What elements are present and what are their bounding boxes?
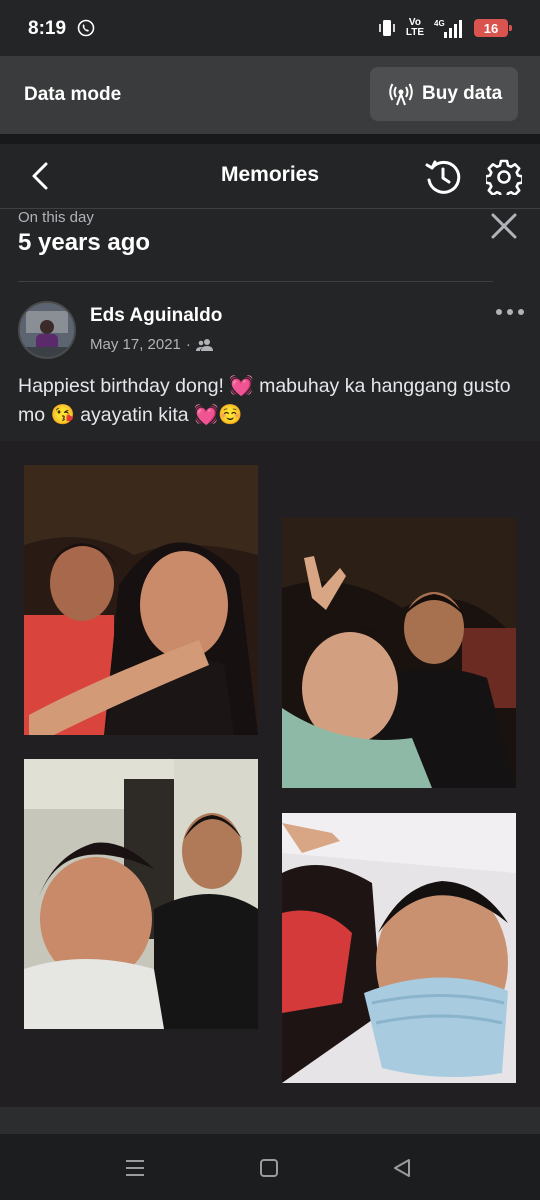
collage-photo-3 <box>24 759 258 1029</box>
volte-indicator: Vo LTE <box>406 18 424 38</box>
divider <box>18 281 493 282</box>
avatar[interactable] <box>18 301 76 359</box>
status-time: 8:19 <box>28 18 67 39</box>
battery-icon: 16 <box>474 19 512 37</box>
buy-data-button[interactable]: Buy data <box>370 67 518 121</box>
history-icon[interactable] <box>424 158 462 196</box>
system-nav-bar <box>0 1134 540 1200</box>
recents-icon[interactable] <box>123 1156 147 1180</box>
post-meta: May 17, 2021 · <box>90 336 214 353</box>
more-icon[interactable] <box>494 305 526 319</box>
collage-photo-2 <box>282 518 516 788</box>
app-header: Memories <box>0 144 540 209</box>
volte-bottom: LTE <box>405 27 424 38</box>
data-mode-label: Data mode <box>24 84 122 105</box>
section-gap <box>0 134 540 144</box>
battery-level: 16 <box>483 20 499 36</box>
memory-subtitle: On this day <box>18 209 94 226</box>
memory-heading: 5 years ago <box>18 229 151 256</box>
collage-photo-4 <box>282 813 516 1083</box>
status-bar: 8:19 Vo LTE 4G 16 <box>0 0 540 56</box>
viber-icon <box>77 19 95 37</box>
next-post-strip <box>0 1107 540 1134</box>
post-text: Happiest birthday dong! 💓 mabuhay ka han… <box>18 375 511 426</box>
home-icon[interactable] <box>257 1156 281 1180</box>
friends-icon <box>195 338 213 351</box>
settings-icon[interactable] <box>486 159 522 195</box>
buy-data-label: Buy data <box>422 83 503 104</box>
vibrate-icon <box>379 20 395 36</box>
svg-text:4G: 4G <box>434 19 445 28</box>
post-date[interactable]: May 17, 2021 <box>90 336 181 353</box>
back-nav-icon[interactable] <box>390 1156 414 1180</box>
signal-icon: 4G <box>434 19 462 38</box>
status-icons: Vo LTE 4G 16 <box>378 17 512 39</box>
post-photo[interactable] <box>0 441 540 1107</box>
collage-photo-1 <box>24 465 258 735</box>
avatar-image <box>20 303 74 357</box>
meta-separator: · <box>185 336 191 353</box>
broadcast-icon <box>389 83 413 106</box>
post-author[interactable]: Eds Aguinaldo <box>90 305 222 327</box>
close-icon[interactable] <box>490 212 518 240</box>
